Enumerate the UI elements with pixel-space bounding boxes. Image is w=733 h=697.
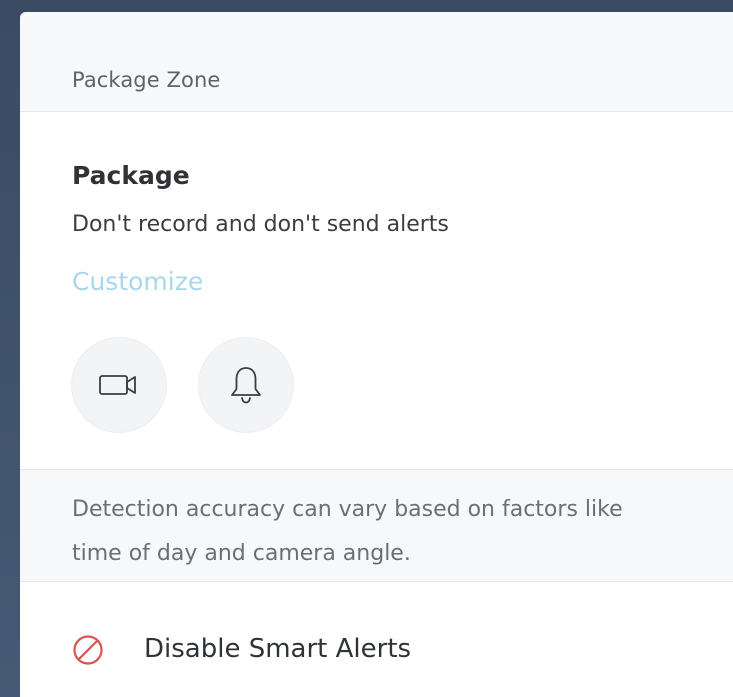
record-toggle-button[interactable] [72, 338, 166, 432]
info-block: Detection accuracy can vary based on fac… [20, 470, 733, 582]
section-header: Package Zone [20, 12, 733, 112]
section-title: Package Zone [72, 68, 221, 92]
disable-smart-alerts-button[interactable]: Disable Smart Alerts [20, 582, 733, 697]
rule-description: Don't record and don't send alerts [72, 212, 449, 237]
prohibited-icon [73, 635, 103, 665]
video-camera-icon [99, 375, 136, 395]
alerts-toggle-button[interactable] [199, 338, 293, 432]
customize-link[interactable]: Customize [72, 267, 203, 296]
disable-smart-alerts-label: Disable Smart Alerts [144, 634, 412, 664]
bell-icon [231, 367, 261, 404]
smart-alerts-panel: Package Zone Package Don't record and do… [20, 12, 733, 697]
detection-accuracy-note: Detection accuracy can vary based on fac… [72, 497, 623, 566]
rule-title: Package [72, 161, 190, 190]
package-rule-card: Package Don't record and don't send aler… [20, 112, 733, 470]
